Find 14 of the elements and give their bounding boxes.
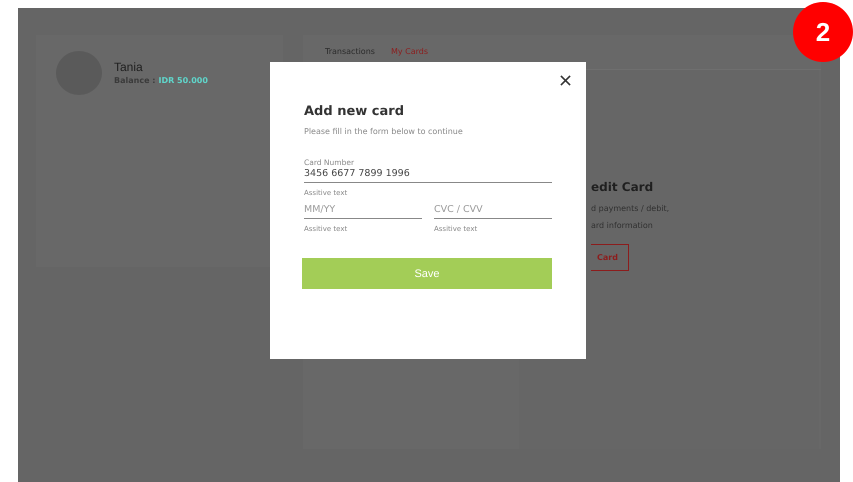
step-badge: 2	[793, 2, 853, 62]
dialog-subtitle: Please fill in the form below to continue	[304, 127, 464, 136]
input-field[interactable]: CVC / CVV	[434, 203, 552, 219]
close-icon[interactable]	[560, 75, 571, 86]
dialog-title: Add new card	[304, 104, 406, 119]
user-name: Tania	[114, 60, 144, 74]
empty-state-text: d payments / debit,	[591, 203, 670, 215]
input-field[interactable]: 3456 6677 7899 1996	[304, 167, 552, 183]
empty-state-title: edit Card	[591, 180, 654, 194]
input-field[interactable]: MM/YY	[304, 203, 422, 219]
empty-state-text: ard information	[591, 220, 654, 232]
save-button[interactable]: Save	[302, 258, 552, 289]
add-card-button[interactable]: Card	[591, 244, 629, 271]
balance-value: IDR 50.000	[158, 76, 208, 85]
